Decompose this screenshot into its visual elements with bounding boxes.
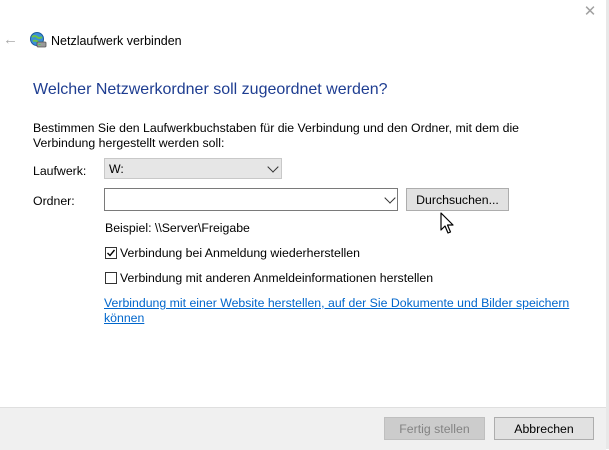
- chevron-down-icon: [267, 161, 279, 173]
- other-credentials-label[interactable]: Verbindung mit anderen Anmeldeinformatio…: [120, 271, 433, 285]
- browse-button[interactable]: Durchsuchen...: [406, 188, 509, 211]
- chevron-down-icon[interactable]: [384, 192, 396, 204]
- page-heading: Welcher Netzwerkordner soll zugeordnet w…: [33, 81, 388, 98]
- cancel-button[interactable]: Abbrechen: [494, 417, 594, 440]
- drive-select[interactable]: W:: [104, 158, 282, 179]
- network-drive-icon: [29, 31, 47, 49]
- finish-button[interactable]: Fertig stellen: [384, 417, 485, 440]
- window-title: Netzlaufwerk verbinden: [51, 34, 182, 48]
- folder-label: Ordner:: [33, 194, 75, 208]
- mouse-cursor-icon: [440, 212, 456, 236]
- reconnect-checkbox[interactable]: [105, 247, 117, 259]
- close-icon[interactable]: ✕: [582, 4, 598, 20]
- website-link[interactable]: Verbindung mit einer Website herstellen,…: [104, 296, 574, 326]
- drive-select-value: W:: [109, 162, 124, 176]
- checkmark-icon: [107, 249, 116, 257]
- back-arrow-icon[interactable]: ←: [3, 31, 19, 49]
- other-credentials-checkbox[interactable]: [105, 272, 117, 284]
- drive-label: Laufwerk:: [33, 164, 87, 178]
- folder-input[interactable]: [104, 188, 398, 211]
- reconnect-label[interactable]: Verbindung bei Anmeldung wiederherstelle…: [120, 246, 360, 260]
- example-text: Beispiel: \\Server\Freigabe: [105, 221, 250, 235]
- instruction-text: Bestimmen Sie den Laufwerkbuchstaben für…: [33, 121, 520, 150]
